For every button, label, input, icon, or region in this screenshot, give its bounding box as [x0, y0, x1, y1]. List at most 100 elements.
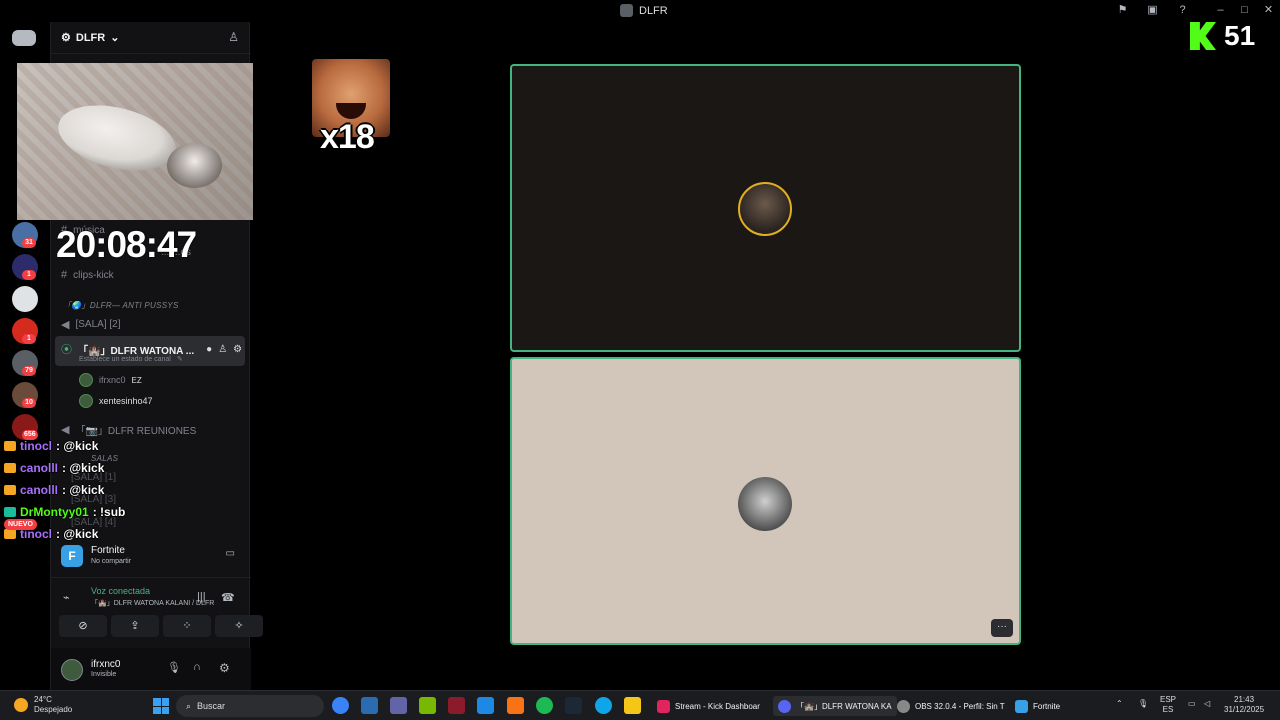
- taskbar-window-label: OBS 32.0.4 - Perfil: Sin T: [915, 701, 1005, 711]
- noise-suppression-icon[interactable]: |||: [197, 591, 206, 603]
- voice-channel-path[interactable]: 「🏰」DLFR WATONA KALANI / DLFR: [91, 598, 214, 608]
- avatar: [79, 373, 93, 387]
- soundboard-button[interactable]: ✧: [215, 615, 263, 637]
- phone-icon[interactable]: ☎: [221, 591, 235, 604]
- steam-icon[interactable]: [565, 697, 582, 714]
- spotify-icon[interactable]: [536, 697, 553, 714]
- voice-participant-tile[interactable]: [510, 64, 1021, 352]
- store-icon[interactable]: [361, 697, 378, 714]
- voice-user[interactable]: ifrxnc0 EZ: [79, 373, 142, 387]
- edge-icon[interactable]: [595, 697, 612, 714]
- server-icon[interactable]: [12, 286, 38, 312]
- activity-status: No compartir: [91, 558, 132, 565]
- chat-text: : @kick: [62, 483, 105, 497]
- server-header[interactable]: ⚙ DLFR ⌄ ♙: [51, 22, 251, 54]
- obs-icon: [897, 699, 910, 713]
- activity-card[interactable]: F Fortnite No compartir ▭: [55, 542, 245, 570]
- network-icon[interactable]: ▭: [1188, 699, 1196, 709]
- taskbar-date: 31/12/2025: [1224, 705, 1265, 714]
- voice-active-icon: ⦿: [61, 344, 72, 356]
- fortnite-icon: F: [61, 545, 83, 567]
- close-icon[interactable]: ✕: [1262, 4, 1275, 17]
- voice-user-tag: EZ: [131, 375, 142, 385]
- hash-icon: #: [61, 269, 68, 281]
- taskbar-window-fortnite[interactable]: Fortnite: [1010, 696, 1065, 716]
- file-explorer-icon[interactable]: [624, 697, 641, 714]
- language-indicator[interactable]: ESP ES: [1160, 695, 1176, 715]
- voice-status: Voz conectada: [91, 586, 151, 596]
- server-name-button[interactable]: ⚙ DLFR ⌄: [61, 31, 119, 45]
- avatar[interactable]: [61, 659, 83, 681]
- chat-message: DrMontyy01 : !sub: [4, 505, 125, 519]
- category-anti-pussys[interactable]: 「🌏」DLFR— ANTI PUSSYS: [63, 300, 179, 311]
- add-user-icon[interactable]: ♙: [218, 344, 227, 355]
- chat-icon[interactable]: ●: [206, 344, 212, 355]
- voice-user[interactable]: xentesinho47: [79, 394, 153, 408]
- windows-start-icon[interactable]: [153, 698, 169, 714]
- mic-icon[interactable]: 🎙︎: [167, 661, 181, 674]
- copilot-icon[interactable]: [332, 697, 349, 714]
- camera-off-button[interactable]: ⊘: [59, 615, 107, 637]
- mic-icon[interactable]: 🎙︎: [1138, 699, 1148, 709]
- screen-share-button[interactable]: ⇪: [111, 615, 159, 637]
- channel-status-text: Establece un estado de canal: [79, 355, 171, 363]
- minimize-icon[interactable]: –: [1214, 4, 1227, 17]
- chat-message: canollI : @kick: [4, 461, 104, 475]
- user-status: Invisible: [91, 671, 117, 678]
- speaker-icon: ◀: [61, 319, 70, 331]
- app-icon[interactable]: [507, 697, 524, 714]
- channel-sala-2[interactable]: ◀ [SALA] [2]: [61, 318, 121, 331]
- discord-app-icon: [620, 4, 633, 17]
- weather-sun-icon: [14, 698, 28, 712]
- activities-button[interactable]: ⁘: [163, 615, 211, 637]
- taskbar-time: 21:43: [1234, 695, 1255, 704]
- taskbar-window-obs[interactable]: OBS 32.0.4 - Perfil: Sin T: [892, 696, 1010, 716]
- channel-label: clips-kick: [73, 269, 114, 281]
- screen: DLFR ⚑ ▣ ? – □ ✕ 51 31 1 1 79 10 656 ⚙ D: [0, 0, 1280, 720]
- stream-share-icon[interactable]: ▭: [226, 548, 235, 559]
- chevron-up-icon[interactable]: ⌃: [1116, 699, 1123, 709]
- channel-status[interactable]: Establece un estado de canal ✎: [79, 355, 183, 364]
- taskbar-window-kick[interactable]: Stream - Kick Dashboar: [652, 696, 765, 716]
- voice-participant-tile[interactable]: ···: [510, 357, 1021, 645]
- mail-icon[interactable]: [477, 697, 494, 714]
- weather-temp: 24°C: [34, 695, 52, 704]
- chat-user: tinocl: [20, 439, 52, 453]
- settings-icon[interactable]: ⚙: [233, 344, 242, 355]
- crown-badge-icon: [4, 485, 16, 495]
- help-icon[interactable]: ?: [1176, 4, 1189, 17]
- add-member-icon[interactable]: ♙: [228, 30, 239, 44]
- discord-icon[interactable]: [12, 30, 36, 46]
- weather-widget[interactable]: 24°C Despejado: [14, 695, 72, 715]
- taskbar-search[interactable]: ⌕ Buscar: [176, 695, 324, 717]
- unread-badge: 10: [22, 398, 36, 408]
- maximize-icon[interactable]: □: [1238, 4, 1251, 17]
- taskbar-window-label: 「🏰」DLFR WATONA KA: [796, 701, 892, 711]
- headphones-icon[interactable]: ∩: [193, 661, 201, 673]
- teams-icon[interactable]: [390, 697, 407, 714]
- keyboard-layout: ES: [1162, 705, 1174, 714]
- taskbar-window-discord[interactable]: 「🏰」DLFR WATONA KA: [773, 696, 897, 716]
- unread-badge: 1: [22, 334, 36, 344]
- unread-badge: 79: [22, 366, 36, 376]
- channel-reuniones[interactable]: ◀ 「📷」DLFR REUNIONES: [61, 422, 196, 437]
- clock-widget[interactable]: 21:43 31/12/2025: [1224, 695, 1264, 715]
- channel-clips-kick[interactable]: # clips-kick: [61, 269, 114, 281]
- valorant-icon[interactable]: [448, 697, 465, 714]
- voice-user-name: xentesinho47: [99, 396, 153, 406]
- flag-icon[interactable]: ⚑: [1116, 4, 1129, 17]
- chat-text: : @kick: [56, 527, 99, 541]
- crown-badge-icon: [4, 529, 16, 539]
- weather-desc: Despejado: [34, 705, 73, 714]
- chat-text: : !sub: [92, 505, 126, 519]
- chat-message: tinocl : @kick: [4, 439, 98, 453]
- connection-signal-icon[interactable]: ⌁: [63, 591, 70, 604]
- kick-viewer-count: 51: [1190, 20, 1255, 52]
- inbox-icon[interactable]: ▣: [1146, 4, 1159, 17]
- more-options-button[interactable]: ···: [991, 619, 1013, 637]
- volume-icon[interactable]: ◁: [1204, 699, 1210, 709]
- language-code: ESP: [1160, 695, 1177, 704]
- new-badge: NUEVO: [4, 519, 37, 530]
- nvidia-icon[interactable]: [419, 697, 436, 714]
- settings-icon[interactable]: ⚙: [219, 661, 230, 675]
